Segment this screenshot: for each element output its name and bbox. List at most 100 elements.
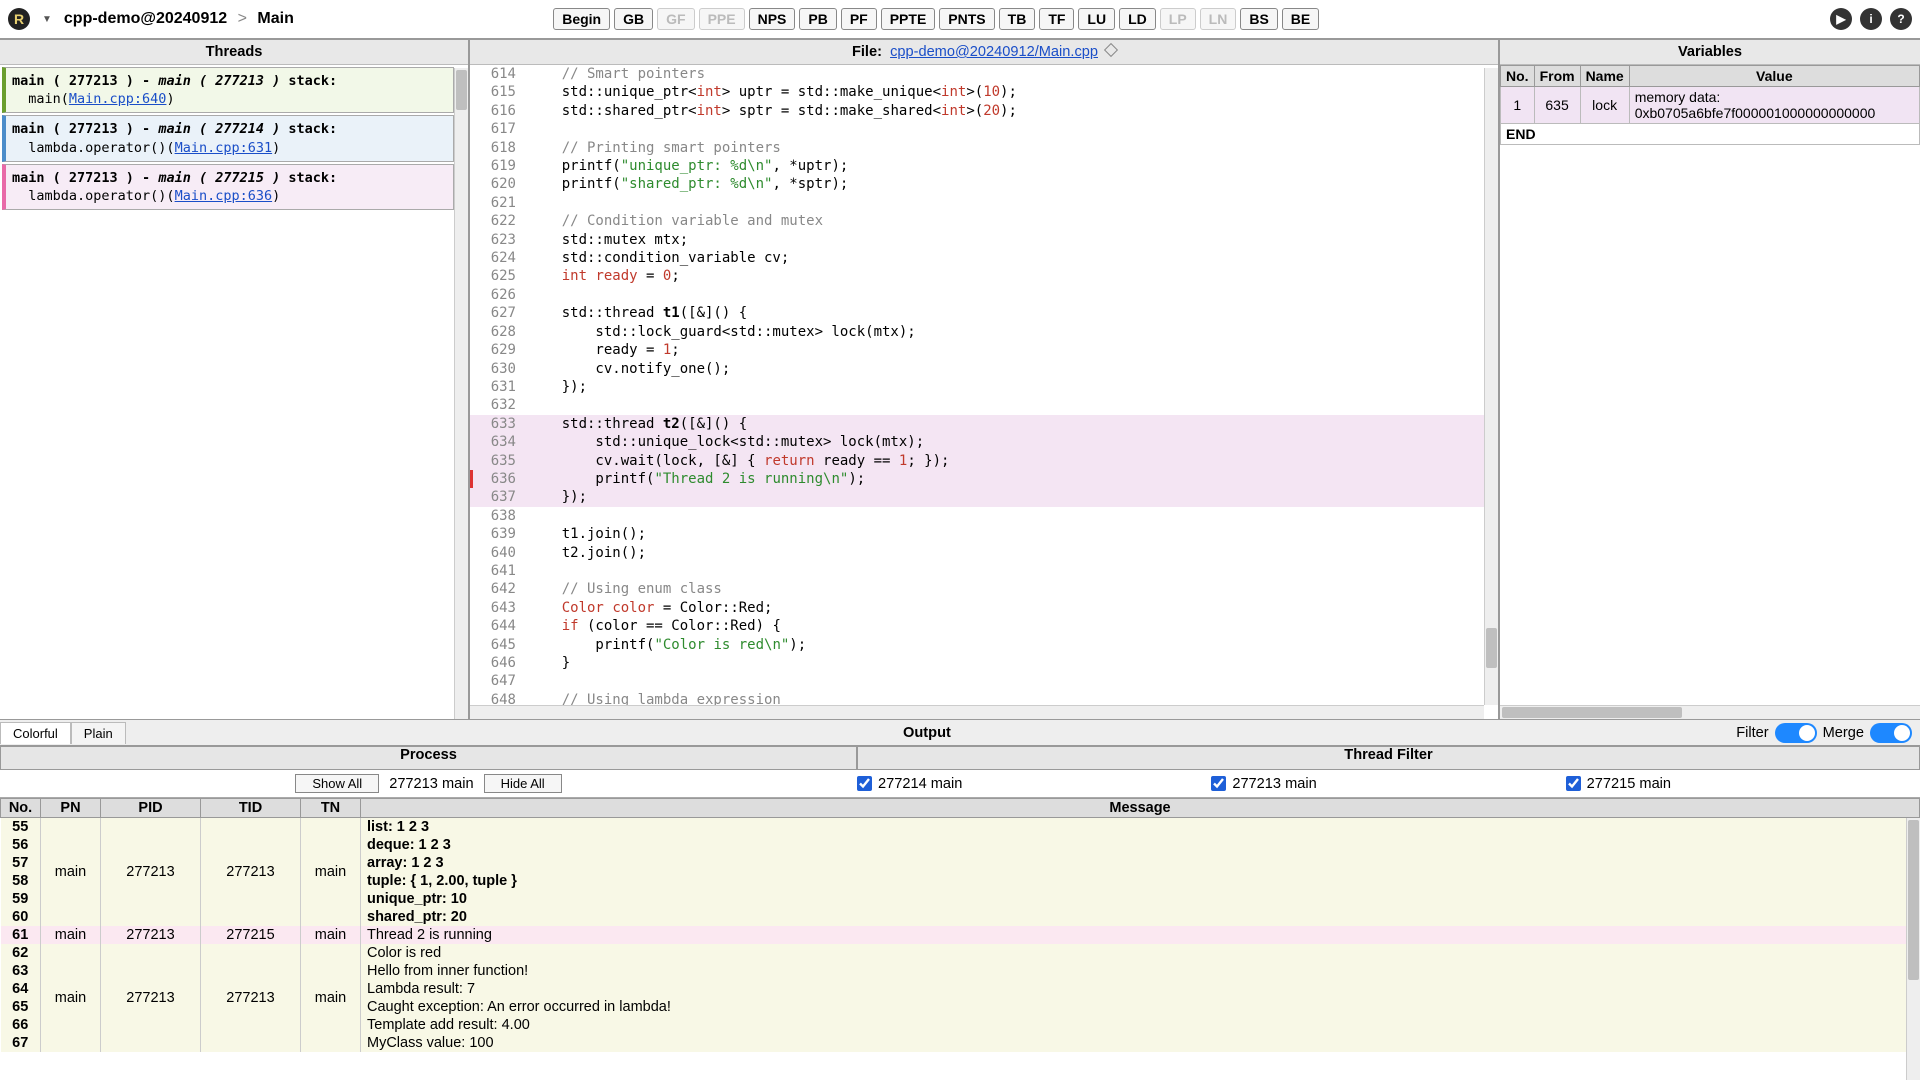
code-line-622[interactable]: 622 // Condition variable and mutex: [470, 212, 1498, 230]
toolbar-btn-pf[interactable]: PF: [841, 8, 877, 30]
thread-link[interactable]: Main.cpp:631: [175, 140, 273, 156]
code-line-634[interactable]: 634 std::unique_lock<std::mutex> lock(mt…: [470, 433, 1498, 451]
thread-link[interactable]: Main.cpp:640: [69, 91, 167, 107]
code-line-616[interactable]: 616 std::shared_ptr<int> sptr = std::mak…: [470, 102, 1498, 120]
toolbar-btn-begin[interactable]: Begin: [553, 8, 610, 30]
variables-h-scrollbar[interactable]: [1500, 705, 1920, 719]
file-link[interactable]: cpp-demo@20240912/Main.cpp: [890, 44, 1098, 60]
toolbar-btn-tb[interactable]: TB: [999, 8, 1036, 30]
code-line-633[interactable]: 633 std::thread t2([&]() {: [470, 415, 1498, 433]
code-line-646[interactable]: 646 }: [470, 654, 1498, 672]
code-line-621[interactable]: 621: [470, 194, 1498, 212]
code-line-619[interactable]: 619 printf("unique_ptr: %d\n", *uptr);: [470, 157, 1498, 175]
top-right-icons: ▶ i ?: [1830, 8, 1912, 30]
merge-toggle[interactable]: [1870, 723, 1912, 743]
toolbar-btn-ld[interactable]: LD: [1119, 8, 1156, 30]
code-line-630[interactable]: 630 cv.notify_one();: [470, 360, 1498, 378]
code-line-623[interactable]: 623 std::mutex mtx;: [470, 231, 1498, 249]
hide-all-button[interactable]: Hide All: [484, 774, 562, 793]
vars-row[interactable]: 1635lockmemory data: 0xb0705a6bfe7f00000…: [1501, 87, 1920, 124]
vars-end: END: [1501, 124, 1920, 145]
output-table: No.PNPIDTIDTNMessage 55main277213277213m…: [0, 798, 1920, 1052]
code-line-615[interactable]: 615 std::unique_ptr<int> uptr = std::mak…: [470, 83, 1498, 101]
code-line-618[interactable]: 618 // Printing smart pointers: [470, 139, 1498, 157]
code-line-631[interactable]: 631 });: [470, 378, 1498, 396]
help-icon[interactable]: ?: [1890, 8, 1912, 30]
thread-card-0[interactable]: main ( 277213 ) - main ( 277213 ) stack:…: [2, 67, 454, 113]
toolbar-btn-pb[interactable]: PB: [799, 8, 836, 30]
toolbar-btn-lp: LP: [1160, 8, 1196, 30]
code-line-640[interactable]: 640 t2.join();: [470, 544, 1498, 562]
diamond-icon[interactable]: [1104, 43, 1118, 57]
tfilter-check-2[interactable]: [1566, 776, 1581, 791]
out-row-55[interactable]: 55main277213277213mainlist: 1 2 3: [1, 818, 1920, 837]
tfilter-check-0[interactable]: [857, 776, 872, 791]
code-line-628[interactable]: 628 std::lock_guard<std::mutex> lock(mtx…: [470, 323, 1498, 341]
code-v-scrollbar[interactable]: [1484, 68, 1498, 705]
threads-list[interactable]: main ( 277213 ) - main ( 277213 ) stack:…: [0, 65, 468, 719]
code-panel: File: cpp-demo@20240912/Main.cpp 614 // …: [470, 40, 1500, 719]
tab-plain[interactable]: Plain: [71, 722, 126, 744]
toolbar-btn-nps[interactable]: NPS: [749, 8, 796, 30]
toolbar-btn-gf: GF: [657, 8, 694, 30]
toolbar-btn-gb[interactable]: GB: [614, 8, 653, 30]
code-line-637[interactable]: 637 });: [470, 488, 1498, 506]
toolbar-btn-bs[interactable]: BS: [1240, 8, 1277, 30]
thread-card-1[interactable]: main ( 277213 ) - main ( 277214 ) stack:…: [2, 115, 454, 161]
output-v-scrollbar[interactable]: [1906, 818, 1920, 1080]
threads-scrollbar[interactable]: [454, 68, 468, 719]
tfilter-check-1[interactable]: [1211, 776, 1226, 791]
toolbar-btn-ln: LN: [1200, 8, 1237, 30]
code-line-624[interactable]: 624 std::condition_variable cv;: [470, 249, 1498, 267]
toolbar-btn-lu[interactable]: LU: [1078, 8, 1115, 30]
code-line-645[interactable]: 645 printf("Color is red\n");: [470, 636, 1498, 654]
code-line-643[interactable]: 643 Color color = Color::Red;: [470, 599, 1498, 617]
code-line-632[interactable]: 632: [470, 396, 1498, 414]
code-line-629[interactable]: 629 ready = 1;: [470, 341, 1498, 359]
code-line-614[interactable]: 614 // Smart pointers: [470, 65, 1498, 83]
filter-label: Filter: [1736, 725, 1768, 741]
code-line-617[interactable]: 617: [470, 120, 1498, 138]
toolbar-btn-pnts[interactable]: PNTS: [939, 8, 994, 30]
filter-toggle[interactable]: [1775, 723, 1817, 743]
breadcrumb-project[interactable]: cpp-demo@20240912: [64, 10, 227, 27]
code-line-638[interactable]: 638: [470, 507, 1498, 525]
code-line-639[interactable]: 639 t1.join();: [470, 525, 1498, 543]
code-line-647[interactable]: 647: [470, 672, 1498, 690]
output-tabbar: Colorful Plain Output Filter Merge: [0, 720, 1920, 746]
code-line-635[interactable]: 635 cv.wait(lock, [&] { return ready == …: [470, 452, 1498, 470]
code-line-627[interactable]: 627 std::thread t1([&]() {: [470, 304, 1498, 322]
play-icon[interactable]: ▶: [1830, 8, 1852, 30]
tfilter-2[interactable]: 277215 main: [1566, 776, 1920, 792]
vars-col-Name: Name: [1580, 66, 1629, 87]
code-line-641[interactable]: 641: [470, 562, 1498, 580]
out-row-61[interactable]: 61main277213277215mainThread 2 is runnin…: [1, 926, 1920, 944]
thread-card-2[interactable]: main ( 277213 ) - main ( 277215 ) stack:…: [2, 164, 454, 210]
code-line-642[interactable]: 642 // Using enum class: [470, 580, 1498, 598]
show-all-button[interactable]: Show All: [295, 774, 379, 793]
threads-title: Threads: [0, 40, 468, 65]
out-col-TID: TID: [201, 799, 301, 818]
tab-colorful[interactable]: Colorful: [0, 722, 71, 744]
code-line-620[interactable]: 620 printf("shared_ptr: %d\n", *sptr);: [470, 175, 1498, 193]
code-line-625[interactable]: 625 int ready = 0;: [470, 267, 1498, 285]
info-icon[interactable]: i: [1860, 8, 1882, 30]
app-logo: R: [8, 8, 30, 30]
code-line-636[interactable]: 636 printf("Thread 2 is running\n");: [470, 470, 1498, 488]
toolbar-btn-tf[interactable]: TF: [1039, 8, 1074, 30]
code-line-626[interactable]: 626: [470, 286, 1498, 304]
code-h-scrollbar[interactable]: [470, 705, 1484, 719]
thread-link[interactable]: Main.cpp:636: [175, 188, 273, 204]
tfilter-1[interactable]: 277213 main: [1211, 776, 1565, 792]
breadcrumb-page[interactable]: Main: [257, 10, 293, 27]
output-panel: Colorful Plain Output Filter Merge Proce…: [0, 720, 1920, 1080]
toolbar-btn-ppte[interactable]: PPTE: [881, 8, 936, 30]
toolbar-btn-be[interactable]: BE: [1282, 8, 1319, 30]
out-col-PN: PN: [41, 799, 101, 818]
out-col-PID: PID: [101, 799, 201, 818]
tfilter-0[interactable]: 277214 main: [857, 776, 1211, 792]
code-editor[interactable]: 614 // Smart pointers615 std::unique_ptr…: [470, 65, 1498, 719]
dropdown-caret-icon[interactable]: ▼: [38, 14, 56, 25]
out-row-62[interactable]: 62main277213277213mainColor is red: [1, 944, 1920, 962]
code-line-644[interactable]: 644 if (color == Color::Red) {: [470, 617, 1498, 635]
